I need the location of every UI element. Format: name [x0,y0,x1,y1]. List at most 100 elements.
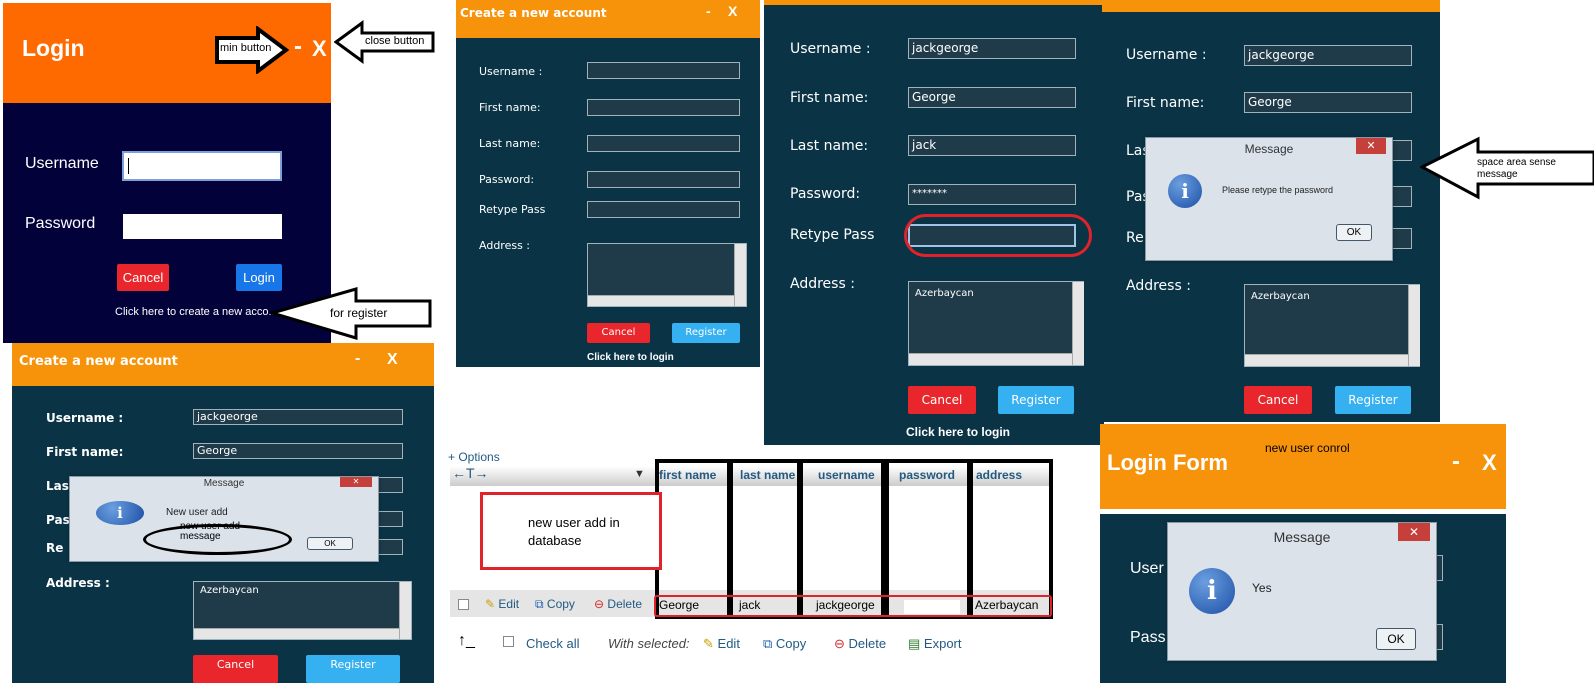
dialog-title: Message [203,478,245,489]
cancel-button[interactable]: Cancel [587,323,650,343]
login-link[interactable]: Click here to login [906,425,1010,439]
register-button[interactable]: Register [672,323,740,343]
dialog-title: Message [1273,529,1331,545]
register-window-empty: Create a new account - X Username : Firs… [456,0,760,367]
column-resize-arrows-icon[interactable]: ←T→ [452,465,489,481]
dialog-close-button[interactable]: ✕ [1398,523,1430,541]
password-input[interactable]: ******* [908,184,1076,205]
minimize-button[interactable]: - [294,33,302,61]
password-label: Password [25,215,96,232]
address-horizontal-scrollbar[interactable] [194,628,399,639]
address-vertical-scrollbar[interactable] [1408,285,1420,366]
ok-button[interactable]: OK [307,537,353,550]
login-title: Login [22,35,85,61]
register-window-filled: Username : jackgeorge First name: George… [764,0,1104,445]
dialog-message: Yes [1252,581,1272,595]
copy-icon: ⧉ [535,597,544,611]
cancel-button[interactable]: Cancel [908,386,976,414]
close-button[interactable]: X [387,351,398,369]
login-form-header-gap [1100,509,1506,514]
info-icon: i [1168,174,1202,208]
footer-export-label: Export [923,636,962,651]
address-vertical-scrollbar[interactable] [399,582,411,639]
register-window-added-message: Create a new account - X Username : jack… [12,343,434,683]
close-button[interactable]: X [1482,450,1497,476]
min-button-annotation: min button [220,42,272,54]
cancel-button[interactable]: Cancel [117,264,169,291]
login-link[interactable]: Click here to login [587,352,674,363]
first-name-input[interactable]: George [193,443,403,459]
username-input[interactable]: jackgeorge [908,38,1076,59]
username-label: Username : [790,41,871,57]
sort-dropdown-icon[interactable]: ▼ [634,468,645,480]
delete-icon: ⊖ [834,636,845,651]
cancel-button[interactable]: Cancel [1244,386,1312,414]
footer-export-button[interactable]: ▤ Export [908,636,962,652]
register-button[interactable]: Register [1335,386,1411,414]
retype-input[interactable] [587,201,740,218]
select-all-arrow-icon: ↑_ [458,632,475,649]
copy-icon: ⧉ [763,636,773,651]
address-vertical-scrollbar[interactable] [1072,282,1084,365]
retype-label: Retype Pass [790,227,875,243]
footer-edit-button[interactable]: ✎ Edit [703,636,740,652]
minimize-button[interactable]: - [355,350,360,368]
close-button[interactable]: X [728,3,737,19]
password-label-partial: Pass [1130,629,1166,646]
database-panel: + Options ←T→ ▼ ✎ Edit ⧉ Copy ⊖ Delete f… [448,448,1058,683]
check-all-label[interactable]: Check all [526,636,579,651]
last-name-input[interactable] [587,135,740,152]
password-input[interactable] [587,171,740,188]
first-name-input[interactable] [587,99,740,116]
horizontal-scrollbar[interactable] [588,295,734,306]
register-link[interactable]: Click here to create a new acco... [115,306,278,318]
added-message-annotation: new user add message [180,521,241,542]
username-input[interactable]: jackgeorge [1244,45,1412,66]
username-input[interactable]: jackgeorge [193,409,403,425]
register-annotation: for register [330,306,388,320]
cancel-button[interactable]: Cancel [193,655,278,683]
row-edit-button[interactable]: ✎ Edit [485,597,519,611]
footer-delete-button[interactable]: ⊖ Delete [834,636,886,652]
username-input[interactable] [587,62,740,79]
database-annotation: new user add in database [528,515,620,548]
info-icon: i [1189,568,1235,614]
register-button[interactable]: Register [998,386,1074,414]
footer-edit-label: Edit [717,636,740,651]
minimize-button[interactable]: - [1452,448,1460,476]
footer-copy-label: Copy [775,636,807,651]
minimize-button[interactable]: - [706,3,711,19]
row-edit-label: Edit [498,597,520,611]
dialog-close-button[interactable]: ✕ [340,477,372,487]
row-delete-button[interactable]: ⊖ Delete [594,597,642,611]
first-name-input[interactable]: George [908,87,1076,108]
vertical-scrollbar[interactable] [734,244,746,306]
address-label: Address : [1126,278,1191,294]
info-icon: i [96,501,144,525]
password-input[interactable] [123,214,282,239]
first-name-label: First name: [790,90,869,106]
ok-button[interactable]: OK [1336,224,1372,241]
first-name-input[interactable]: George [1244,92,1412,113]
check-all-checkbox[interactable] [503,636,514,647]
username-input[interactable] [122,151,282,181]
delete-icon: ⊖ [594,597,605,611]
dialog-close-button[interactable]: ✕ [1356,138,1386,154]
address-horizontal-scrollbar[interactable] [1245,354,1408,366]
ok-button[interactable]: OK [1376,628,1416,650]
row-checkbox[interactable] [458,599,469,610]
row-copy-button[interactable]: ⧉ Copy [535,597,575,612]
address-textarea[interactable] [587,243,747,307]
address-horizontal-scrollbar[interactable] [909,353,1072,365]
retype-label: Retype Pass [479,203,546,216]
options-link[interactable]: + Options [448,450,500,464]
row-copy-label: Copy [546,597,575,611]
address-label: Address : [479,239,531,252]
footer-copy-button[interactable]: ⧉ Copy [763,636,806,652]
password-label-partial: Pas [46,513,70,527]
last-name-input[interactable]: jack [908,135,1076,156]
register-button[interactable]: Register [306,655,400,683]
with-selected-label: With selected: [608,636,690,651]
username-label: Username : [479,65,543,78]
close-button[interactable]: X [312,36,327,62]
